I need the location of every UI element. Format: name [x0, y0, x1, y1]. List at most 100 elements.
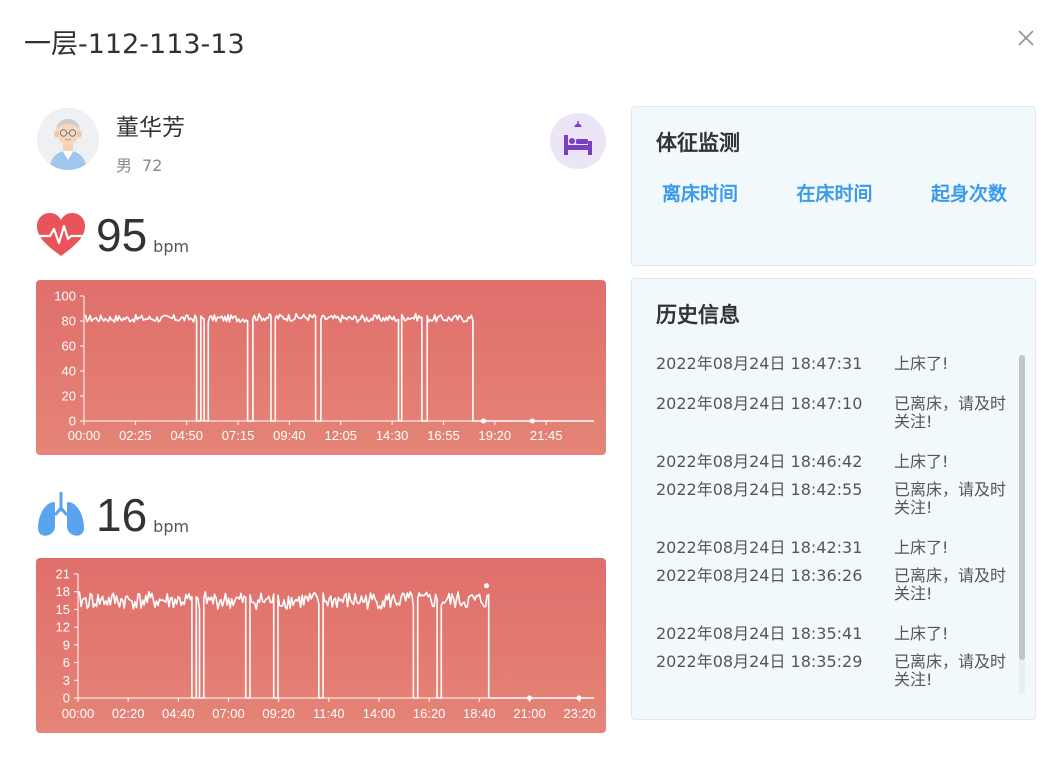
respiration-unit: bpm [153, 517, 190, 536]
patient-gender: 男 [116, 156, 133, 175]
x-tick-label: 07:15 [222, 428, 255, 443]
y-tick-label: 12 [56, 620, 70, 635]
history-item-message: 上床了! [894, 452, 949, 471]
close-icon [1018, 30, 1034, 46]
heart-rate-chart-svg: 0 20 40 60 80 100 00:00 02:25 04:50 07:15 09:40 12:… [54, 289, 594, 443]
history-item-message: 上床了! [894, 355, 949, 373]
history-item: 2022年08月24日 18:35:29 已离床，请及时关注! [656, 653, 1024, 689]
history-item: 2022年08月24日 18:46:42 上床了! [656, 453, 1024, 471]
heart-rate-value: 95 [96, 209, 148, 261]
history-scrollbar[interactable] [1019, 355, 1025, 695]
history-item-time: 2022年08月24日 18:47:10 [656, 394, 863, 413]
history-item-message: 已离床，请及时关注! [894, 394, 1007, 431]
tab-get-up-count[interactable]: 起身次数 [931, 179, 1007, 206]
lungs-icon [38, 492, 84, 536]
x-tick-label: 04:50 [170, 428, 203, 443]
dialog-title: 一层-112-113-13 [24, 29, 245, 60]
history-item-message: 已离床，请及时关注! [894, 652, 1007, 689]
history-item-message: 已离床，请及时关注! [894, 480, 1007, 517]
history-item: 2022年08月24日 18:36:26 已离床，请及时关注! [656, 567, 1024, 603]
respiration-value: 16 [96, 489, 148, 541]
x-tick-label: 14:00 [363, 706, 396, 721]
bed-status-badge [550, 113, 606, 169]
x-tick-label: 12:05 [324, 428, 357, 443]
tab-out-of-bed-time[interactable]: 离床时间 [662, 179, 738, 206]
y-tick-label: 9 [63, 637, 70, 652]
y-tick-label: 60 [62, 339, 76, 354]
tab-in-bed-time[interactable]: 在床时间 [796, 179, 872, 206]
x-tick-label: 21:45 [530, 428, 563, 443]
heart-rate-unit: bpm [153, 237, 190, 256]
y-tick-label: 0 [63, 691, 70, 706]
x-tick-label: 00:00 [68, 428, 101, 443]
data-point [576, 695, 582, 701]
history-panel: 历史信息 2022年08月24日 18:47:31 上床了! 2022年08月24日… [631, 278, 1036, 720]
x-tick-label: 09:20 [262, 706, 295, 721]
y-tick-label: 100 [54, 289, 76, 304]
data-point [481, 418, 486, 424]
history-item: 2022年08月24日 18:42:31 上床了! [656, 539, 1024, 557]
y-tick-label: 6 [63, 655, 70, 670]
history-item-message: 上床了! [894, 538, 949, 557]
respiration-reading: 16 bpm [36, 492, 189, 538]
history-item-time: 2022年08月24日 18:42:55 [656, 480, 863, 499]
x-tick-label: 21:00 [513, 706, 546, 721]
avatar-elderly-man-icon [37, 108, 99, 170]
patient-name: 董华芳 [116, 115, 185, 141]
data-point [527, 695, 532, 701]
history-item: 2022年08月24日 18:47:10 已离床，请及时关注! [656, 395, 1024, 431]
data-series-line [77, 590, 594, 699]
history-scrollbar-thumb[interactable] [1019, 355, 1025, 660]
bed-icon [564, 121, 592, 155]
heart-rate-chart: 0 20 40 60 80 100 00:00 02:25 04:50 07:15 09:40 12:… [36, 280, 606, 455]
x-tick-label: 14:30 [376, 428, 409, 443]
history-item-time: 2022年08月24日 18:35:41 [656, 624, 863, 643]
respiration-chart: 0 3 6 9 12 15 18 21 00:00 02:20 04:40 07:00 09:20 11:… [36, 558, 606, 733]
close-button[interactable] [1014, 26, 1038, 50]
x-tick-label: 18:40 [463, 706, 496, 721]
patient-age: 72 [142, 156, 163, 175]
heart-pulse-icon [37, 213, 85, 256]
x-tick-label: 16:20 [413, 706, 446, 721]
history-title: 历史信息 [656, 303, 740, 327]
data-point [529, 418, 535, 424]
vitals-monitor-panel: 体征监测 离床时间 在床时间 起身次数 [631, 106, 1036, 266]
patient-meta: 男 72 [116, 152, 172, 176]
y-tick-label: 40 [62, 364, 76, 379]
y-tick-label: 18 [56, 584, 70, 599]
history-item-message: 已离床，请及时关注! [894, 566, 1007, 603]
x-tick-label: 02:25 [119, 428, 152, 443]
y-tick-label: 0 [69, 414, 76, 429]
respiration-chart-svg: 0 3 6 9 12 15 18 21 00:00 02:20 04:40 07:00 09:20 11:… [56, 567, 596, 722]
y-tick-label: 21 [56, 567, 70, 582]
vitals-monitor-title: 体征监测 [656, 131, 740, 155]
y-tick-label: 15 [56, 602, 70, 617]
y-tick-label: 20 [62, 389, 76, 404]
x-tick-label: 16:55 [427, 428, 460, 443]
vitals-monitor-tabs: 离床时间 在床时间 起身次数 [632, 179, 1035, 206]
x-tick-label: 02:20 [112, 706, 145, 721]
data-series-line [83, 312, 594, 422]
history-item: 2022年08月24日 18:35:41 上床了! [656, 625, 1024, 643]
history-item-time: 2022年08月24日 18:36:26 [656, 566, 863, 585]
x-tick-label: 07:00 [212, 706, 245, 721]
x-tick-label: 11:40 [313, 706, 345, 721]
history-item: 2022年08月24日 18:47:31 上床了! [656, 355, 1024, 373]
history-item: 2022年08月24日 18:42:55 已离床，请及时关注! [656, 481, 1024, 517]
y-tick-label: 80 [62, 314, 76, 329]
heart-rate-reading: 95 bpm [36, 212, 189, 258]
history-item-time: 2022年08月24日 18:47:31 [656, 355, 863, 373]
history-item-message: 上床了! [894, 624, 949, 643]
x-tick-label: 19:20 [479, 428, 512, 443]
data-point [484, 583, 489, 589]
avatar [37, 108, 99, 170]
x-tick-label: 00:00 [62, 706, 95, 721]
history-item-time: 2022年08月24日 18:46:42 [656, 452, 863, 471]
history-item-time: 2022年08月24日 18:35:29 [656, 652, 863, 671]
history-list[interactable]: 2022年08月24日 18:47:31 上床了! 2022年08月24日 18:4… [656, 355, 1024, 695]
history-item-time: 2022年08月24日 18:42:31 [656, 538, 863, 557]
y-tick-label: 3 [63, 673, 70, 688]
x-tick-label: 04:40 [162, 706, 195, 721]
x-tick-label: 09:40 [273, 428, 306, 443]
x-tick-label: 23:20 [563, 706, 596, 721]
